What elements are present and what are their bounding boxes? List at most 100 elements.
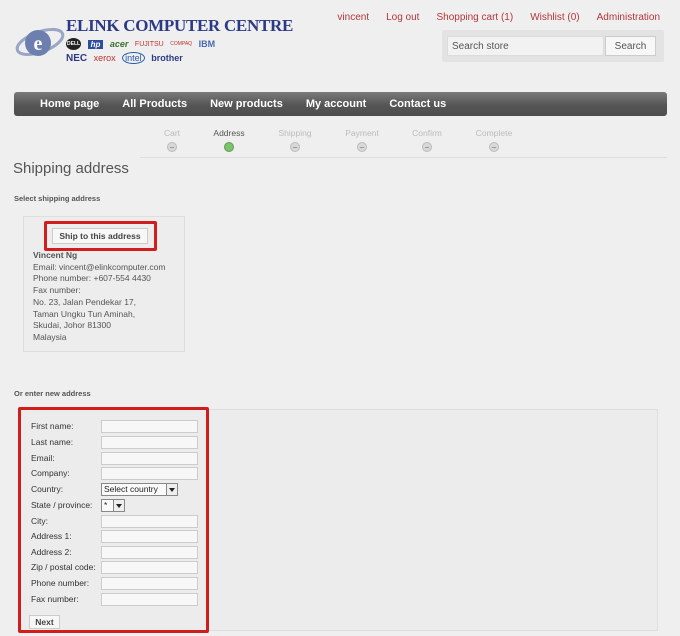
next-button[interactable]: Next — [29, 615, 60, 629]
country-select-value: Select country — [104, 484, 158, 494]
brand-logos-row-1: DELL hp acer FUJITSU COMPAQ IBM — [66, 38, 219, 50]
zip-field[interactable] — [101, 561, 198, 574]
step-status-icon — [290, 142, 300, 152]
intel-logo: intel — [122, 52, 145, 64]
address2-field[interactable] — [101, 546, 198, 559]
nav-new-products[interactable]: New products — [210, 98, 283, 110]
country-row: Country: Select country — [31, 483, 201, 497]
state-select-value: * — [104, 500, 108, 510]
address1-field[interactable] — [101, 530, 198, 543]
dell-logo: DELL — [66, 38, 82, 50]
search-box: Search — [442, 30, 664, 62]
ibm-logo: IBM — [198, 39, 216, 49]
nav-contact-us[interactable]: Contact us — [389, 98, 446, 110]
account-link[interactable]: vincent — [337, 12, 369, 23]
xerox-logo: xerox — [93, 53, 116, 63]
new-address-heading: Or enter new address — [14, 389, 91, 398]
step-status-icon — [224, 142, 234, 152]
last-name-label: Last name: — [31, 437, 74, 447]
phone-field[interactable] — [101, 577, 198, 590]
nec-logo: NEC — [66, 52, 88, 64]
email-field[interactable] — [101, 452, 198, 465]
step-label: Address — [213, 128, 245, 138]
phone-row: Phone number: — [31, 577, 201, 591]
wishlist-link[interactable]: Wishlist (0) — [530, 12, 579, 23]
select-address-heading: Select shipping address — [14, 194, 101, 203]
phone-label: Phone number: — [31, 578, 90, 588]
address-line-3: Skudai, Johor 81300 — [33, 320, 111, 331]
address-email: Email: vincent@elinkcomputer.com — [33, 261, 166, 272]
e-logo-icon: e — [15, 28, 65, 56]
search-input[interactable] — [447, 36, 604, 56]
step-address: Address — [194, 128, 264, 152]
address-line-2: Taman Ungku Tun Aminah, — [33, 308, 136, 319]
nav-my-account[interactable]: My account — [306, 98, 367, 110]
city-row: City: — [31, 515, 201, 529]
ship-to-this-address-button[interactable]: Ship to this address — [52, 228, 148, 244]
step-label: Payment — [345, 128, 379, 138]
company-label: Company: — [31, 468, 70, 478]
step-confirm: Confirm — [392, 128, 462, 152]
hp-logo: hp — [87, 39, 104, 49]
country-select[interactable]: Select country — [101, 483, 178, 496]
step-complete: Complete — [459, 128, 529, 152]
zip-row: Zip / postal code: — [31, 561, 201, 575]
svg-text:e: e — [34, 33, 43, 55]
address-phone: Phone number: +607-554 4430 — [33, 273, 151, 284]
checkout-progress: Cart Address Shipping Payment Confirm Co… — [140, 128, 667, 158]
first-name-label: First name: — [31, 421, 74, 431]
step-status-icon — [167, 142, 177, 152]
step-label: Shipping — [278, 128, 312, 138]
administration-link[interactable]: Administration — [597, 12, 660, 23]
address1-row: Address 1: — [31, 530, 201, 544]
last-name-field[interactable] — [101, 436, 198, 449]
brand-logos-row-2: NEC xerox intel brother — [66, 52, 187, 64]
state-select[interactable]: * — [101, 499, 125, 512]
city-field[interactable] — [101, 515, 198, 528]
fax-field[interactable] — [101, 593, 198, 606]
header-links: vincent Log out Shopping cart (1) Wishli… — [337, 12, 660, 23]
step-status-icon — [422, 142, 432, 152]
address1-label: Address 1: — [31, 531, 72, 541]
address-line-1: No. 23, Jalan Pendekar 17, — [33, 296, 137, 307]
nav-home[interactable]: Home page — [40, 98, 99, 110]
address-details: Vincent Ng Email: vincent@elinkcomputer.… — [33, 250, 165, 344]
last-name-row: Last name: — [31, 436, 201, 450]
step-label: Complete — [475, 128, 513, 138]
company-row: Company: — [31, 467, 201, 481]
search-button[interactable]: Search — [605, 36, 656, 56]
chevron-down-icon — [113, 500, 124, 511]
step-status-icon — [489, 142, 499, 152]
country-label: Country: — [31, 484, 64, 494]
brand-title: ELINK COMPUTER CENTRE — [66, 16, 294, 35]
main-nav: Home page All Products New products My a… — [14, 92, 667, 116]
shopping-cart-link[interactable]: Shopping cart (1) — [436, 12, 513, 23]
address-name: Vincent Ng — [33, 250, 78, 260]
nav-all-products[interactable]: All Products — [122, 98, 187, 110]
step-status-icon — [357, 142, 367, 152]
email-row: Email: — [31, 452, 201, 466]
page-title: Shipping address — [13, 160, 129, 177]
acer-logo: acer — [109, 39, 129, 49]
logout-link[interactable]: Log out — [386, 12, 419, 23]
state-row: State / province: * — [31, 499, 201, 513]
city-label: City: — [31, 516, 48, 526]
address-fax: Fax number: — [33, 285, 81, 296]
fax-label: Fax number: — [31, 594, 79, 604]
step-label: Cart — [163, 128, 181, 138]
step-shipping: Shipping — [260, 128, 330, 152]
fax-row: Fax number: — [31, 593, 201, 607]
address2-row: Address 2: — [31, 546, 201, 560]
brother-logo: brother — [151, 53, 183, 63]
state-label: State / province: — [31, 500, 93, 510]
company-field[interactable] — [101, 467, 198, 480]
zip-label: Zip / postal code: — [31, 562, 96, 572]
step-label: Confirm — [412, 128, 442, 138]
first-name-row: First name: — [31, 420, 201, 434]
store-logo[interactable]: e ELINK COMPUTER CENTRE DELL hp acer FUJ… — [14, 14, 293, 66]
fujitsu-logo: FUJITSU — [134, 40, 164, 48]
address-country: Malaysia — [33, 331, 67, 342]
email-label: Email: — [31, 453, 55, 463]
address2-label: Address 2: — [31, 547, 72, 557]
first-name-field[interactable] — [101, 420, 198, 433]
